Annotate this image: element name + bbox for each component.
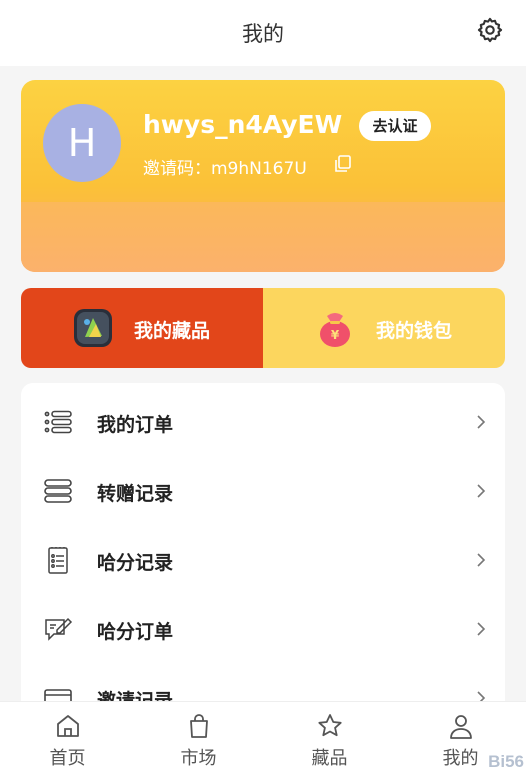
invite-code: 邀请码：m9hN167U — [143, 159, 307, 179]
bottom-tab-bar: 首页 市场 藏品 我的 Bi56 — [0, 701, 526, 775]
my-wallet-button[interactable]: ¥ 我的钱包 — [263, 288, 505, 368]
watermark: Bi56 — [488, 752, 524, 771]
collection-icon — [74, 309, 112, 347]
tab-home[interactable]: 首页 — [2, 702, 133, 775]
header: 我的 — [0, 0, 526, 66]
menu-list: 我的订单 转赠记录 哈分记录 哈分订单 邀请记录 — [21, 383, 505, 713]
menu-item-label: 转赠记录 — [97, 483, 174, 505]
chevron-right-icon — [477, 622, 486, 636]
tab-collection[interactable]: 藏品 — [264, 702, 395, 775]
copy-icon[interactable] — [333, 154, 353, 174]
tab-label: 市场 — [180, 748, 217, 769]
menu-item-label: 我的订单 — [97, 414, 174, 436]
menu-item-label: 哈分订单 — [97, 621, 174, 643]
svg-text:¥: ¥ — [331, 328, 340, 342]
chevron-right-icon — [477, 484, 486, 498]
menu-item-hafen-orders[interactable]: 哈分订单 — [21, 593, 505, 662]
star-icon — [317, 714, 342, 737]
menu-item-hafen-records[interactable]: 哈分记录 — [21, 524, 505, 593]
notepad-icon — [48, 547, 68, 574]
username: hwys_n4AyEW — [143, 110, 343, 139]
verify-button[interactable]: 去认证 — [359, 111, 431, 141]
gear-icon[interactable] — [476, 16, 504, 44]
stack-icon — [44, 479, 72, 503]
menu-item-my-orders[interactable]: 我的订单 — [21, 386, 505, 455]
chevron-right-icon — [477, 553, 486, 567]
chevron-right-icon — [477, 415, 486, 429]
tab-label: 藏品 — [311, 748, 348, 769]
menu-item-label: 哈分记录 — [97, 552, 174, 574]
bag-icon — [189, 714, 208, 738]
my-collection-button[interactable]: 我的藏品 — [21, 288, 263, 368]
my-wallet-label: 我的钱包 — [376, 320, 453, 342]
avatar[interactable]: H — [43, 104, 121, 182]
page-title: 我的 — [242, 22, 284, 46]
menu-item-transfer-records[interactable]: 转赠记录 — [21, 455, 505, 524]
my-collection-label: 我的藏品 — [134, 320, 211, 342]
profile-card: H hwys_n4AyEW 去认证 邀请码：m9hN167U — [21, 80, 505, 272]
money-bag-icon: ¥ — [320, 313, 350, 347]
list-icon — [44, 410, 72, 434]
tab-label: 首页 — [49, 748, 86, 769]
edit-message-icon — [45, 617, 73, 641]
tab-market[interactable]: 市场 — [133, 702, 264, 775]
profile-card-lower — [21, 202, 505, 272]
person-icon — [449, 715, 472, 739]
home-icon — [56, 715, 79, 737]
